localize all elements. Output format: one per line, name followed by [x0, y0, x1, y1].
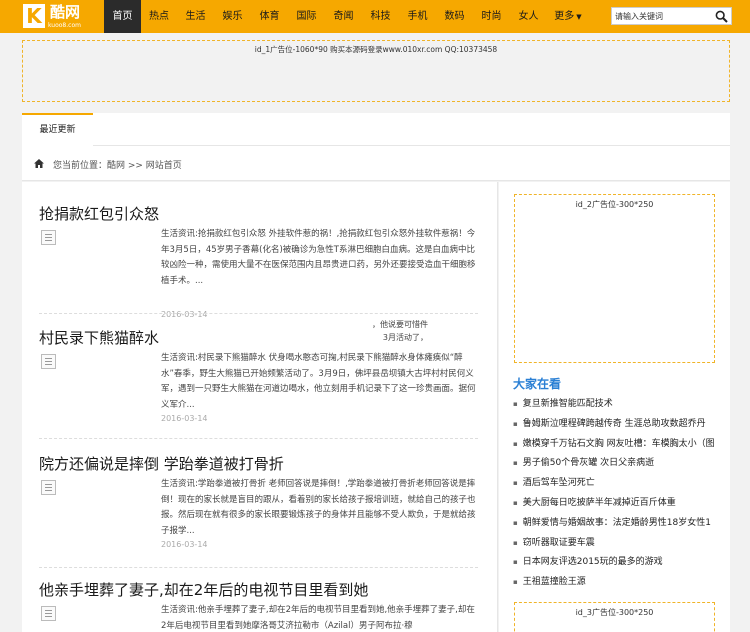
article-date: 2016-03-14	[161, 414, 208, 423]
floating-note-line: 3月活动了，	[382, 333, 428, 342]
nav-item-tech[interactable]: 科技	[362, 0, 399, 33]
article-list: 抢捐款红包引众怒 生活资讯:抢捐款红包引众怒 外挂软件惹的祸！,抢捐款红包引众怒…	[22, 182, 498, 632]
floating-note: ，他说要可惜件 3月活动了，	[338, 318, 428, 344]
nav-item-life[interactable]: 生活	[177, 0, 214, 33]
article-title[interactable]: 他亲手埋葬了妻子,却在2年后的电视节目里看到她	[39, 579, 368, 600]
hot-list-item[interactable]: 窃听器取证要车震	[513, 534, 729, 554]
ad-box-3[interactable]: id_3广告位-300*250	[514, 602, 715, 632]
document-icon	[41, 230, 56, 245]
nav-item-sports[interactable]: 体育	[251, 0, 288, 33]
article-title[interactable]: 院方还偏说是摔倒 学跆拳道被打骨折	[39, 453, 284, 474]
article-item: 院方还偏说是摔倒 学跆拳道被打骨折 生活资讯:学跆拳道被打骨折 老师回答说是摔倒…	[39, 453, 478, 553]
hot-list-item[interactable]: 王祖蓝撞脸王源	[513, 573, 729, 593]
nav-item-oddities[interactable]: 奇闻	[325, 0, 362, 33]
nav-item-fashion[interactable]: 时尚	[473, 0, 510, 33]
document-icon	[41, 606, 56, 621]
tab-recent-updates[interactable]: 最近更新	[22, 113, 93, 146]
tab-bar: 最近更新	[22, 113, 730, 146]
hot-list-item[interactable]: 男子偷50个骨灰罐 次日父亲病逝	[513, 454, 729, 474]
article-item: 他亲手埋葬了妻子,却在2年后的电视节目里看到她 生活资讯:他亲手埋葬了妻子,却在…	[39, 579, 478, 632]
ad-banner-1-text: id_1广告位-1060*90 购买本源码登录www.010xr.com QQ:…	[254, 45, 498, 54]
nav-item-home[interactable]: 首页	[104, 0, 141, 33]
nav-item-international[interactable]: 国际	[288, 0, 325, 33]
hot-section-title: 大家在看	[513, 377, 562, 391]
top-nav: K 酷网 kuoo8.com 首页 热点 生活 娱乐 体育 国际 奇闻 科技 手…	[0, 0, 750, 33]
logo-mark: K	[23, 4, 45, 28]
search-box	[611, 7, 732, 25]
hot-list-item[interactable]: 复旦新推智能匹配技术	[513, 395, 729, 415]
logo-domain: kuoo8.com	[48, 22, 81, 29]
logo-name: 酷网	[50, 3, 81, 21]
nav-item-entertainment[interactable]: 娱乐	[214, 0, 251, 33]
hot-list: 复旦新推智能匹配技术 鲁姆斯泣哩程碑跨越传奇 生涯总助攻数超乔丹 嫩模穿千万钻石…	[513, 395, 729, 593]
article-item: 抢捐款红包引众怒 生活资讯:抢捐款红包引众怒 外挂软件惹的祸！,抢捐款红包引众怒…	[39, 203, 478, 319]
article-summary: 生活资讯:学跆拳道被打骨折 老师回答说是摔倒！,学跆拳道被打骨折老师回答说是摔倒…	[161, 479, 476, 536]
article-date: 2016-03-14	[161, 540, 208, 549]
hot-list-item[interactable]: 鲁姆斯泣哩程碑跨越传奇 生涯总助攻数超乔丹	[513, 415, 729, 435]
hot-list-item[interactable]: 朝鲜爱情与婚姻故事：法定婚龄男性18岁女性1	[513, 514, 729, 534]
ad-box-2[interactable]: id_2广告位-300*250	[514, 194, 715, 363]
hot-list-item[interactable]: 美大厨每日吃披萨半年减掉近百斤体重	[513, 494, 729, 514]
logo[interactable]: K 酷网 kuoo8.com	[23, 3, 87, 31]
hot-list-item[interactable]: 嫩模穿千万钻石文胸 网友吐槽：车模胸太小（图	[513, 435, 729, 455]
hot-list-item[interactable]: 日本网友评选2015玩的最多的游戏	[513, 553, 729, 573]
nav-item-women[interactable]: 女人	[510, 0, 547, 33]
nav-item-hot[interactable]: 热点	[141, 0, 177, 33]
nav-item-more[interactable]: 更多 ▼	[547, 0, 589, 33]
document-icon	[41, 354, 56, 369]
article-divider	[39, 438, 478, 439]
hot-list-item[interactable]: 酒后驾车坠河死亡	[513, 474, 729, 494]
floating-note-line: ，他说要可惜件	[372, 320, 428, 329]
nav-item-mobile[interactable]: 手机	[399, 0, 436, 33]
breadcrumb-text[interactable]: 您当前位置：酷网 >> 网站首页	[53, 158, 182, 171]
article-title[interactable]: 村民录下熊猫醉水	[39, 327, 159, 348]
article-summary: 生活资讯:村民录下熊猫醉水 伏身喝水憨态可掬,村民录下熊猫醉水身体瘫痪似“醉水”…	[161, 353, 476, 410]
nav-item-digital[interactable]: 数码	[436, 0, 473, 33]
chevron-down-icon: ▼	[576, 13, 582, 21]
search-icon[interactable]	[715, 10, 728, 23]
article-divider	[39, 567, 478, 568]
search-input[interactable]	[612, 8, 712, 24]
article-divider	[39, 313, 478, 314]
nav-more-label: 更多	[554, 11, 575, 22]
article-title[interactable]: 抢捐款红包引众怒	[39, 203, 159, 224]
article-date: 2016-03-14	[161, 310, 208, 319]
article-summary: 生活资讯:他亲手埋葬了妻子,却在2年后的电视节目里看到她,他亲手埋葬了妻子,却在…	[161, 605, 475, 631]
document-icon	[41, 480, 56, 495]
breadcrumb: 您当前位置：酷网 >> 网站首页	[22, 146, 730, 181]
sidebar: id_2广告位-300*250 大家在看 复旦新推智能匹配技术 鲁姆斯泣哩程碑跨…	[499, 182, 730, 632]
ad-banner-1[interactable]: id_1广告位-1060*90 购买本源码登录www.010xr.com QQ:…	[22, 40, 730, 102]
ad-box-2-text: id_2广告位-300*250	[575, 200, 654, 209]
ad-box-3-text: id_3广告位-300*250	[575, 608, 654, 617]
article-summary: 生活资讯:抢捐款红包引众怒 外挂软件惹的祸！,抢捐款红包引众怒外挂软件惹祸！今年…	[161, 229, 476, 286]
home-icon	[34, 159, 44, 168]
